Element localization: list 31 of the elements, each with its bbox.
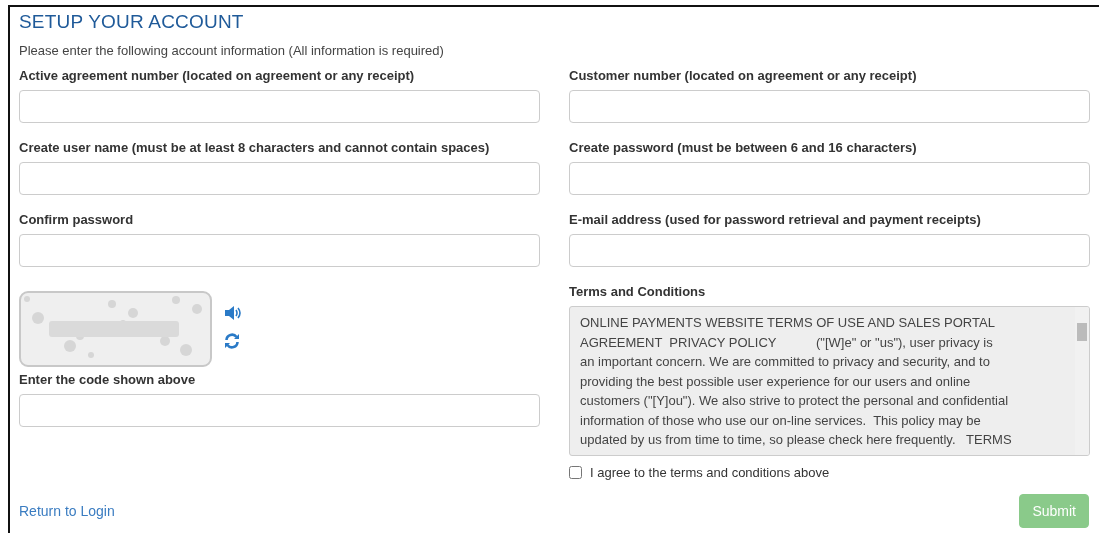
field-label: Confirm password [19, 211, 135, 229]
input-field[interactable] [19, 90, 540, 123]
agree-checkbox[interactable] [569, 466, 582, 479]
field-label: E-mail address (used for password retrieval and payment receipts) [569, 211, 982, 229]
field-label: Create password (must be between 6 and 16 characters) [569, 139, 918, 157]
agree-label: I agree to the terms and conditions above [590, 465, 830, 480]
scrollbar[interactable] [1075, 307, 1089, 455]
speaker-icon[interactable] [224, 305, 242, 321]
refresh-icon[interactable] [224, 333, 240, 349]
terms-text-line: AGREEMENT PRIVACY POLICY ("[W]e" or "us"), user privacy is [580, 333, 994, 352]
terms-text-box[interactable] [569, 306, 1090, 456]
terms-text-line: ONLINE PAYMENTS WEBSITE TERMS OF USE AND SALES PORTAL [580, 314, 996, 332]
field-label: Active agreement number (located on agreement or any receipt) [19, 67, 416, 85]
terms-text-line: customers ("[Y]ou"). We also strive to protect the personal and confidential [580, 392, 1010, 410]
input-field[interactable] [19, 234, 540, 267]
intro-text: Please enter the following account information (All information is required) [19, 43, 445, 58]
field-label: Customer number (located on agreement or any receipt) [569, 67, 918, 85]
terms-text-line: information of those who use our on-line services. This policy may be [580, 411, 982, 430]
return-to-login-link[interactable]: Return to Login [19, 503, 115, 519]
input-field[interactable] [19, 162, 540, 195]
input-field[interactable] [569, 162, 1090, 195]
field-label: Create user name (must be at least 8 characters and cannot contain spaces) [19, 139, 491, 157]
terms-text-line: providing the best possible user experience for our users and online [580, 372, 972, 391]
input-field[interactable] [569, 234, 1090, 267]
field-label: Enter the code shown above [19, 371, 197, 389]
terms-text-line: an important concern. We are committed to privacy and security, and to [580, 353, 991, 371]
page-title: SETUP YOUR ACCOUNT [19, 10, 245, 34]
terms-text-line: updated by us from time to time, so please check here frequently. TERMS [580, 431, 1013, 449]
input-field[interactable] [19, 394, 540, 427]
input-field[interactable] [569, 90, 1090, 123]
field-label: Terms and Conditions [569, 283, 707, 301]
